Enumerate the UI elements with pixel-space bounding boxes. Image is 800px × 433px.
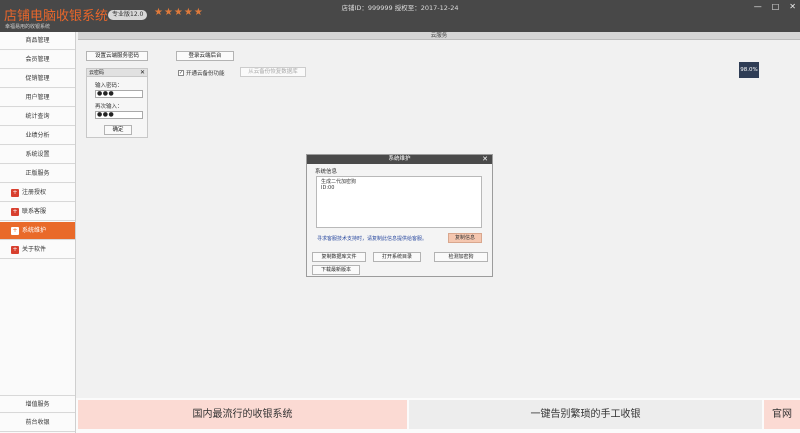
promo-banner-middle[interactable]: 一键告别繁琐的手工收银 (409, 400, 762, 429)
bottom-bar: 国内最流行的收银系统 一键告别繁琐的手工收银 官网 (76, 398, 800, 433)
plus-icon: + (11, 246, 19, 254)
confirm-button[interactable]: 确定 (104, 125, 132, 135)
system-info-line: ID:00 (321, 185, 335, 191)
system-maintenance-dialog: 系统维护 ✕ 系统信息 生成二代加密狗 ID:00 寻求客服技术支持时，请复制此… (306, 154, 493, 277)
panel-title: 云服务 (78, 32, 800, 40)
sidebar-item-front-cashier[interactable]: 前台收银 (0, 414, 75, 432)
sidebar-subitem-about[interactable]: + 关于软件 (0, 241, 75, 259)
progress-badge: 98.0% (739, 62, 759, 78)
plus-icon: + (11, 189, 19, 197)
open-system-dir-button[interactable]: 打开系统目录 (373, 252, 421, 262)
input-password-label: 输入密码： (95, 83, 123, 89)
sidebar-item-genuine-service[interactable]: 正版服务 (0, 165, 75, 183)
plus-icon: + (11, 227, 19, 235)
sidebar-subitem-label: 系统维护 (22, 227, 47, 234)
sidebar-item-users[interactable]: 用户管理 (0, 89, 75, 107)
sidebar-item-performance[interactable]: 业绩分析 (0, 127, 75, 145)
dialog-titlebar: 系统维护 ✕ (307, 155, 492, 164)
download-latest-button[interactable]: 下载最新版本 (312, 265, 360, 275)
window-controls: — □ ✕ (754, 2, 796, 11)
close-icon[interactable]: ✕ (140, 69, 145, 77)
promo-banner-left[interactable]: 国内最流行的收银系统 (78, 400, 407, 429)
plus-icon: + (11, 208, 19, 216)
restore-backup-button[interactable]: 从云备份恢复数据库 (240, 67, 306, 77)
cloud-password-title-text: 云密码 (89, 70, 105, 76)
support-note: 寻求客服技术支持时，请复制此信息提供给客服。 (317, 236, 428, 242)
dialog-title: 系统维护 (388, 156, 411, 162)
sidebar-item-settings[interactable]: 系统设置 (0, 146, 75, 164)
sidebar-item-statistics[interactable]: 统计查询 (0, 108, 75, 126)
title-bar: 店铺电脑收银系统 幸福易用的收银系统 专业版12.0 ★★★★★ 店铺ID：99… (0, 0, 800, 32)
close-icon[interactable]: ✕ (789, 2, 796, 11)
sidebar-item-members[interactable]: 会员管理 (0, 51, 75, 69)
copy-database-button[interactable]: 复制数据库文件 (312, 252, 366, 262)
confirm-password-label: 再次输入： (95, 104, 123, 110)
cloud-password-panel: 云密码 ✕ 输入密码： ●●● 再次输入： ●●● 确定 (86, 68, 148, 138)
sidebar-item-value-added[interactable]: 增值服务 (0, 395, 75, 413)
minimize-icon[interactable]: — (754, 2, 762, 11)
set-cloud-password-button[interactable]: 设置云端服务密码 (86, 51, 148, 61)
cloud-password-title: 云密码 ✕ (87, 69, 147, 77)
login-cloud-backend-button[interactable]: 登录云端后台 (176, 51, 234, 61)
shop-info: 店铺ID：999999 授权至：2017-12-24 (341, 4, 459, 12)
sidebar-item-products[interactable]: 商品管理 (0, 32, 75, 50)
system-info-textarea[interactable]: 生成二代加密狗 ID:00 (316, 176, 482, 228)
cloud-backup-option[interactable]: ✓ 开通云备份功能 (178, 69, 225, 77)
sidebar-subitem-label: 联系客服 (22, 208, 47, 215)
sidebar-subitem-register[interactable]: + 注册授权 (0, 184, 75, 202)
password-input[interactable]: ●●● (95, 90, 143, 98)
close-icon[interactable]: ✕ (482, 155, 488, 164)
copy-info-button[interactable]: 复制信息 (448, 233, 482, 243)
sidebar-item-promotions[interactable]: 促销管理 (0, 70, 75, 88)
app-subtitle: 幸福易用的收银系统 (5, 24, 51, 30)
official-site-link[interactable]: 官网 (764, 400, 800, 429)
confirm-password-input[interactable]: ●●● (95, 111, 143, 119)
maximize-icon[interactable]: □ (772, 2, 780, 11)
sidebar-subitem-label: 注册授权 (22, 189, 47, 196)
cloud-backup-label: 开通云备份功能 (186, 71, 225, 77)
sidebar-subitem-contact[interactable]: + 联系客服 (0, 203, 75, 221)
sidebar-subitem-label: 关于软件 (22, 246, 47, 253)
system-info-label: 系统信息 (315, 169, 338, 175)
check-dongle-button[interactable]: 检测加密狗 (434, 252, 488, 262)
sidebar-subitem-maintenance[interactable]: + 系统维护 (0, 222, 75, 240)
sidebar: 商品管理 会员管理 促销管理 用户管理 统计查询 业绩分析 系统设置 正版服务 … (0, 32, 76, 433)
cloud-backup-checkbox[interactable]: ✓ (178, 70, 184, 76)
